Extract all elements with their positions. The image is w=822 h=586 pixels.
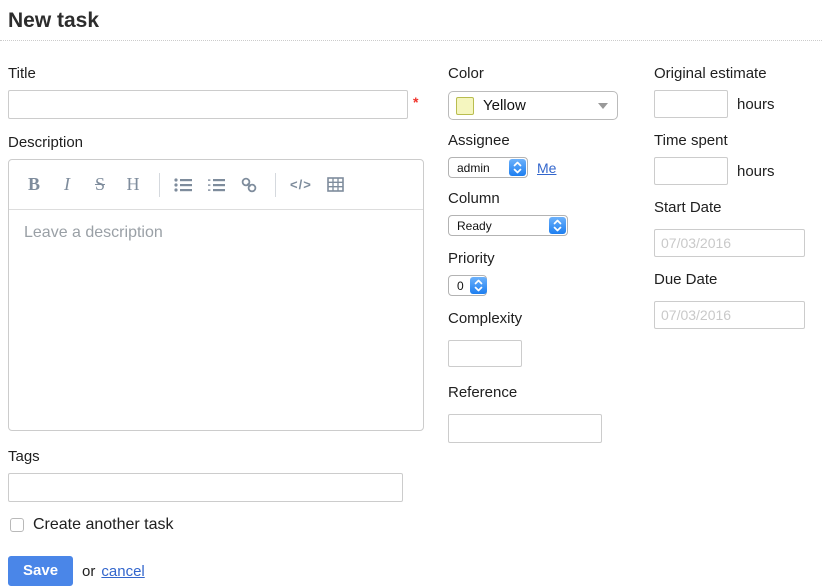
assignee-label: Assignee [448, 132, 628, 149]
description-label: Description [8, 134, 424, 151]
editor-toolbar: B I S H [9, 160, 423, 210]
time-spent-input[interactable] [654, 157, 728, 185]
new-task-form: Title * Description B I S H [0, 41, 822, 586]
priority-selected-value: 0 [457, 279, 464, 293]
color-dropdown[interactable]: Yellow [448, 91, 618, 120]
tags-input[interactable] [8, 473, 403, 502]
due-date-label: Due Date [654, 271, 822, 288]
title-label: Title [8, 65, 424, 82]
create-another-label: Create another task [33, 516, 174, 534]
save-button[interactable]: Save [8, 556, 73, 586]
title-input[interactable] [8, 90, 408, 119]
color-swatch-yellow [456, 97, 474, 115]
form-column-middle: Color Yellow Assignee admin Me Column Re… [448, 65, 628, 586]
table-icon[interactable] [327, 177, 345, 192]
start-date-label: Start Date [654, 199, 822, 216]
or-text: or [82, 563, 95, 580]
create-another-row: Create another task [8, 516, 424, 534]
time-spent-label: Time spent [654, 132, 822, 149]
bold-icon[interactable]: B [25, 174, 43, 195]
link-icon[interactable] [240, 177, 258, 193]
assign-to-me-link[interactable]: Me [537, 160, 556, 176]
color-label: Color [448, 65, 628, 82]
form-column-left: Title * Description B I S H [8, 65, 424, 586]
complexity-input[interactable] [448, 340, 522, 367]
column-label: Column [448, 190, 628, 207]
form-actions: Save or cancel [8, 556, 424, 586]
cancel-link[interactable]: cancel [101, 563, 144, 580]
time-spent-row: hours [654, 157, 822, 185]
complexity-label: Complexity [448, 310, 628, 327]
priority-select[interactable]: 0 [448, 275, 487, 296]
heading-icon[interactable]: H [124, 174, 142, 195]
required-asterisk: * [413, 94, 418, 110]
assignee-select[interactable]: admin [448, 157, 528, 178]
code-icon[interactable]: </> [290, 177, 312, 192]
color-selected-value: Yellow [483, 97, 526, 114]
title-field-row: * [8, 90, 424, 119]
priority-label: Priority [448, 250, 628, 267]
toolbar-separator [275, 173, 276, 197]
chevron-down-icon [598, 103, 608, 109]
create-another-checkbox[interactable] [10, 518, 24, 532]
column-select[interactable]: Ready [448, 215, 568, 236]
toolbar-separator [159, 173, 160, 197]
strikethrough-icon[interactable]: S [91, 174, 109, 195]
original-estimate-input[interactable] [654, 90, 728, 118]
description-textarea[interactable]: Leave a description [9, 210, 423, 430]
italic-icon[interactable]: I [58, 174, 76, 195]
due-date-input[interactable] [654, 301, 805, 329]
reference-input[interactable] [448, 414, 602, 443]
assignee-selected-value: admin [457, 161, 490, 175]
unordered-list-icon[interactable] [174, 177, 192, 193]
original-estimate-row: hours [654, 90, 822, 118]
assignee-row: admin Me [448, 157, 628, 178]
description-editor: B I S H [8, 159, 424, 431]
tags-label: Tags [8, 448, 424, 465]
description-placeholder: Leave a description [24, 224, 163, 241]
ordered-list-icon[interactable] [207, 177, 225, 193]
form-column-right: Original estimate hours Time spent hours… [654, 65, 822, 586]
select-stepper-icon [549, 217, 566, 234]
start-date-input[interactable] [654, 229, 805, 257]
original-estimate-label: Original estimate [654, 65, 822, 82]
page-title: New task [0, 0, 822, 41]
select-stepper-icon [509, 159, 526, 176]
column-selected-value: Ready [457, 219, 492, 233]
select-stepper-icon [470, 277, 487, 294]
reference-label: Reference [448, 384, 628, 401]
original-estimate-unit: hours [737, 96, 775, 113]
time-spent-unit: hours [737, 163, 775, 180]
